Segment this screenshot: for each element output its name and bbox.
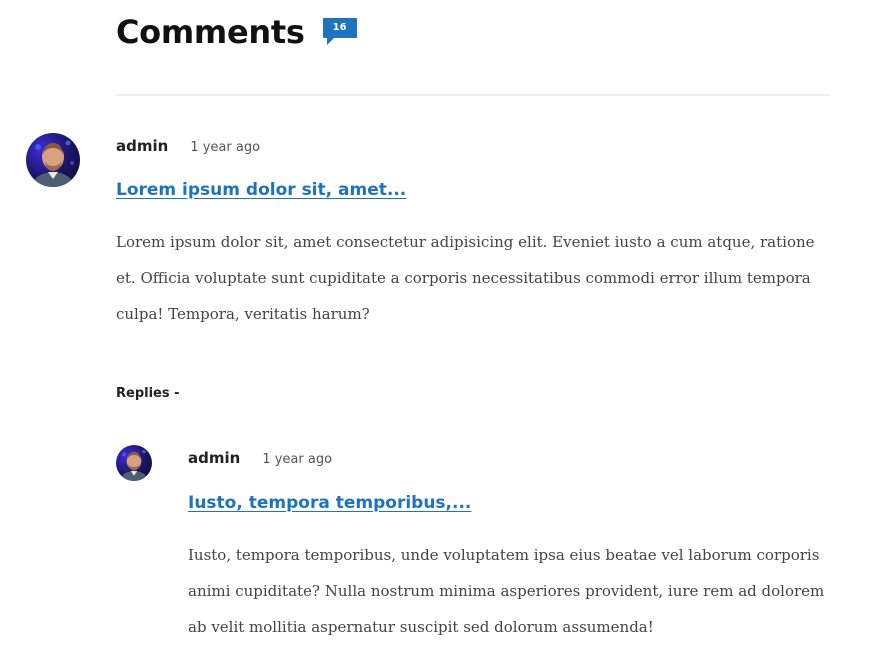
reply-time: 1 year ago bbox=[262, 452, 333, 467]
reply-body: Iusto, tempora temporibus, unde voluptat… bbox=[188, 546, 825, 636]
comment-meta: admin 1 year ago bbox=[116, 137, 260, 155]
header-divider bbox=[116, 94, 830, 96]
comment-count: 16 bbox=[332, 22, 347, 33]
reply-avatar[interactable] bbox=[116, 445, 152, 481]
comment-title-link[interactable]: Lorem ipsum dolor sit, amet... bbox=[116, 180, 406, 200]
replies-label: Replies - bbox=[116, 386, 180, 401]
user-avatar-icon bbox=[32, 140, 74, 187]
reply-meta: admin 1 year ago bbox=[188, 449, 332, 467]
reply-author[interactable]: admin bbox=[188, 449, 240, 467]
comment-time: 1 year ago bbox=[190, 140, 261, 155]
comment-body: Lorem ipsum dolor sit, amet consectetur … bbox=[116, 233, 815, 323]
comment-count-badge: 16 bbox=[322, 18, 357, 45]
speech-bubble-tail bbox=[326, 37, 335, 45]
reply-title-link[interactable]: Iusto, tempora temporibus,... bbox=[188, 493, 471, 513]
comments-header: Comments 16 bbox=[116, 8, 357, 56]
avatar[interactable] bbox=[26, 133, 80, 187]
page-title: Comments bbox=[116, 13, 305, 51]
comment-author[interactable]: admin bbox=[116, 137, 168, 155]
user-avatar-icon bbox=[120, 450, 148, 481]
